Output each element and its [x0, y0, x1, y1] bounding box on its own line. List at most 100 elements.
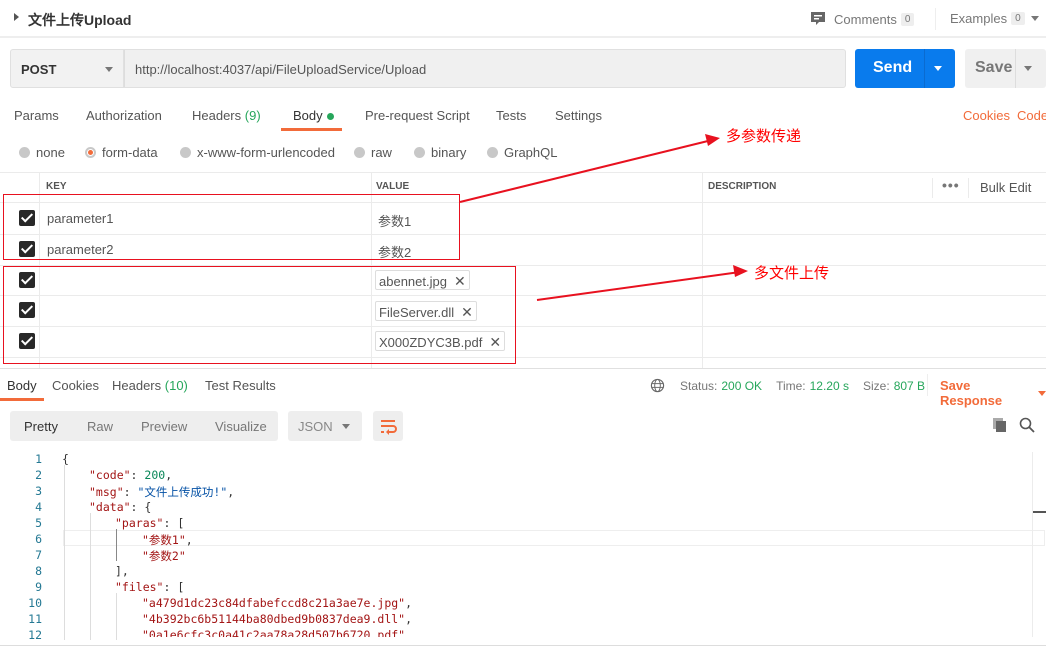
json-key: "code"	[89, 468, 131, 482]
status-label: Status:	[680, 378, 718, 393]
save-response-label: Save Response	[940, 378, 1003, 408]
method-select[interactable]: POST	[10, 49, 124, 88]
code-line: "files": [	[115, 580, 185, 594]
json-key: "msg"	[89, 485, 124, 499]
response-tab-test-results[interactable]: Test Results	[205, 378, 276, 393]
request-title[interactable]: 文件上传Upload	[28, 10, 131, 30]
globe-icon[interactable]	[650, 378, 665, 393]
code-link[interactable]: Code	[1017, 108, 1046, 123]
divider	[927, 374, 928, 396]
code-line: "msg": "文件上传成功!",	[89, 485, 235, 499]
tab-settings[interactable]: Settings	[555, 108, 602, 123]
examples-count: 0	[1011, 12, 1025, 25]
response-headers-label: Headers	[112, 378, 162, 393]
active-tab-underline	[0, 398, 44, 401]
radio-label: form-data	[102, 145, 158, 160]
code-line: ],	[115, 564, 129, 578]
params-highlight-box	[3, 194, 460, 260]
save-button[interactable]: Save	[965, 49, 1046, 88]
radio-form-data[interactable]: form-data	[85, 145, 158, 160]
tab-authorization[interactable]: Authorization	[86, 108, 162, 123]
divider	[0, 645, 1046, 646]
active-tab-underline	[281, 128, 342, 131]
chevron-down-icon	[1030, 16, 1039, 21]
tab-tests[interactable]: Tests	[496, 108, 526, 123]
response-status-bar: Status: 200 OK Time: 12.20 s Size: 807 B	[650, 378, 929, 393]
radio-binary[interactable]: binary	[414, 145, 466, 160]
tab-body[interactable]: Body	[293, 108, 334, 123]
radio-circle-icon	[354, 147, 365, 158]
code-line: "参数1",	[142, 533, 193, 547]
wrap-lines-button[interactable]	[373, 411, 403, 441]
tab-headers[interactable]: Headers (9)	[192, 108, 261, 123]
collapse-caret-icon[interactable]	[14, 13, 19, 21]
divider	[932, 178, 933, 198]
send-options-chevron-icon[interactable]	[934, 66, 942, 71]
examples-dropdown[interactable]: Examples 0	[950, 11, 1039, 26]
radio-label: x-www-form-urlencoded	[197, 145, 335, 160]
code-line: "a479d1dc23c84dfabefccd8c21a3ae7e.jpg",	[142, 596, 413, 610]
code-line: "data": {	[89, 500, 152, 514]
json-key: "files"	[115, 580, 164, 594]
tab-headers-label: Headers	[192, 108, 242, 123]
search-icon[interactable]	[1019, 417, 1035, 433]
comments-button[interactable]: Comments 0	[810, 11, 915, 27]
radio-x-www-form-urlencoded[interactable]: x-www-form-urlencoded	[180, 145, 335, 160]
response-body-editor[interactable]: 1 2 3 4 5 6 7 8 9 10 11 12 { "code": 200…	[0, 450, 1046, 642]
indent-guide	[116, 593, 117, 640]
column-header-key: KEY	[46, 181, 67, 192]
bulk-edit-link[interactable]: Bulk Edit	[980, 180, 1031, 195]
comments-count: 0	[900, 12, 915, 26]
line-number: 9	[35, 580, 42, 594]
save-label: Save	[975, 59, 1013, 76]
radio-label: binary	[431, 145, 467, 160]
radio-graphql[interactable]: GraphQL	[487, 145, 557, 160]
tab-params[interactable]: Params	[14, 108, 59, 123]
line-number: 4	[35, 500, 42, 514]
chevron-down-icon	[342, 424, 350, 429]
chevron-down-icon	[1038, 390, 1046, 396]
copy-icon[interactable]	[992, 417, 1008, 433]
comments-label: Comments	[834, 11, 897, 27]
url-input[interactable]: http://localhost:4037/api/FileUploadServ…	[124, 49, 846, 88]
language-value: JSON	[298, 419, 333, 434]
radio-raw[interactable]: raw	[354, 145, 392, 160]
code-line: {	[62, 452, 69, 466]
line-number: 12	[28, 628, 42, 642]
size-label: Size:	[863, 378, 890, 393]
language-select[interactable]: JSON	[288, 411, 362, 441]
radio-circle-icon	[487, 147, 498, 158]
divider	[968, 178, 969, 198]
format-raw[interactable]: Raw	[87, 419, 113, 434]
format-pretty[interactable]: Pretty	[24, 419, 58, 434]
tab-prerequest-script[interactable]: Pre-request Script	[365, 108, 470, 123]
response-tab-headers[interactable]: Headers (10)	[112, 378, 188, 393]
annotation-multi-param: 多参数传递	[726, 128, 802, 145]
more-options-icon[interactable]: •••	[942, 177, 960, 193]
code-line: "4b392bc6b51144ba80dbed9b0837dea9.dll",	[142, 612, 413, 626]
send-button[interactable]: Send	[855, 49, 955, 88]
save-response-dropdown[interactable]: Save Response	[940, 378, 1046, 408]
format-preview[interactable]: Preview	[141, 419, 187, 434]
line-number: 3	[35, 484, 42, 498]
response-tab-cookies[interactable]: Cookies	[52, 378, 99, 393]
indent-guide	[116, 529, 117, 561]
radio-none[interactable]: none	[19, 145, 65, 160]
column-header-value: VALUE	[376, 181, 410, 192]
time-label: Time:	[776, 378, 806, 393]
line-number: 5	[35, 516, 42, 530]
cookies-link[interactable]: Cookies	[963, 108, 1010, 123]
indent-guide	[64, 465, 65, 640]
code-line: "code": 200,	[89, 468, 173, 482]
radio-selected-icon	[85, 147, 96, 158]
body-active-dot-icon	[326, 113, 334, 121]
method-value: POST	[21, 62, 57, 77]
format-visualize[interactable]: Visualize	[215, 419, 267, 434]
json-key: "paras"	[115, 516, 164, 530]
json-string: "0a1e6cfc3c0a41c2aa78a28d507b6720.pdf"	[142, 628, 406, 637]
editor-scrollbar[interactable]	[1032, 452, 1033, 637]
chevron-down-icon	[105, 67, 113, 72]
save-options-chevron-icon[interactable]	[1024, 66, 1032, 71]
line-number: 7	[35, 548, 42, 562]
response-tab-body[interactable]: Body	[7, 378, 37, 393]
